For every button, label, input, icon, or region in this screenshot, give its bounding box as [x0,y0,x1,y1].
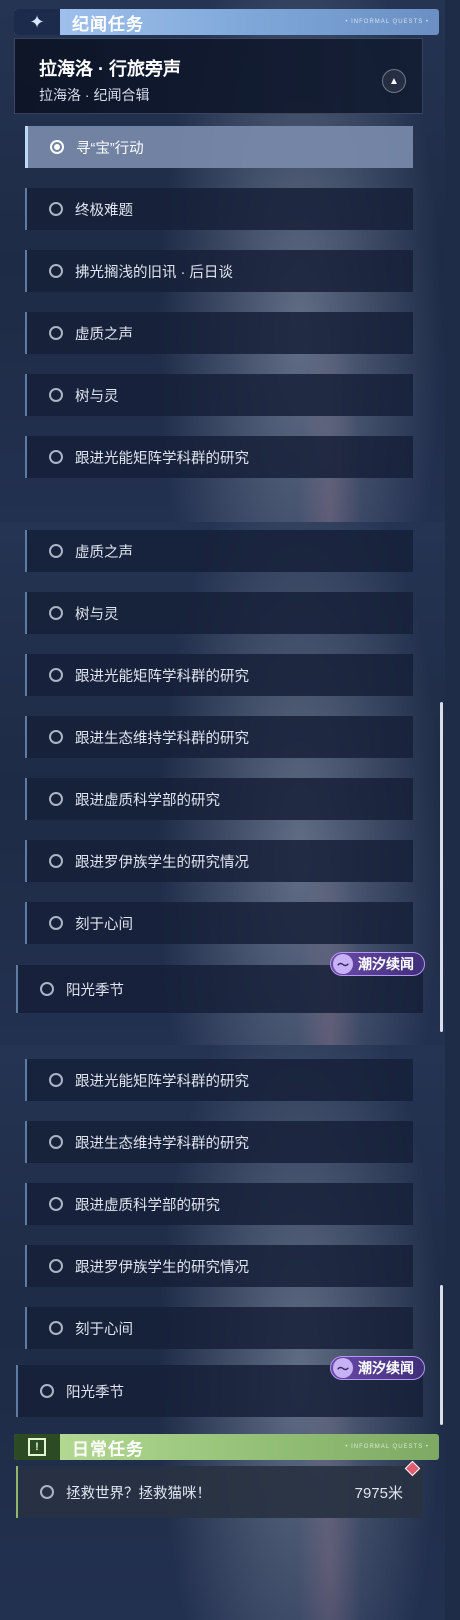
quest-item[interactable]: 跟进罗伊族学生的研究情况 [25,840,413,882]
radio-icon [49,854,63,868]
quest-label: 树与灵 [75,388,119,405]
tide-badge: 〜 潮汐续闻 [330,952,425,976]
radio-icon [49,792,63,806]
radio-icon [49,326,63,340]
radio-icon [49,1259,63,1273]
tide-badge: 〜 潮汐续闻 [330,1356,425,1380]
region-title: 拉海洛 · 行旅旁声 [39,59,181,79]
events-section-header: ✦ 纪闻任务 • INFORMAL QUESTS • [14,9,439,35]
quest-label: 跟进虚质科学部的研究 [75,792,220,809]
daily-section-title: 日常任务 [72,1439,144,1459]
quest-label: 树与灵 [75,606,119,623]
radio-icon [40,982,54,996]
quest-item[interactable]: 刻于心间 [25,1307,413,1349]
radio-icon [49,388,63,402]
daily-section-header: ! 日常任务 • INFORMAL QUESTS • [14,1434,439,1460]
chevron-up-icon[interactable]: ▲ [382,69,406,93]
quest-label: 刻于心间 [75,1321,133,1338]
quest-item[interactable]: 刻于心间 [25,902,413,944]
daily-quest-label: 拯救世界？拯救猫咪！ [66,1485,211,1502]
radio-icon [49,1073,63,1087]
quest-label: 跟进光能矩阵学科群的研究 [75,1073,249,1090]
quest-label: 刻于心间 [75,916,133,933]
quest-label: 阳光季节 [66,1384,124,1401]
quest-label: 跟进生态维持学科群的研究 [75,1135,249,1152]
quest-item[interactable]: 跟进光能矩阵学科群的研究 [25,654,413,696]
quest-label: 虚质之声 [75,544,133,561]
radio-icon [49,1321,63,1335]
quest-item[interactable]: 跟进生态维持学科群的研究 [25,1121,413,1163]
region-card[interactable]: 拉海洛 · 行旅旁声 拉海洛 · 纪闻合辑 ▲ [14,38,423,114]
quest-label: 寻“宝”行动 [76,140,144,157]
radio-icon [49,202,63,216]
quest-item[interactable]: 虚质之声 [25,530,413,572]
quest-label: 拂光搁浅的旧讯 · 后日谈 [75,264,233,281]
section-deco-text: • INFORMAL QUESTS • [345,19,429,25]
radio-icon [49,264,63,278]
tide-badge-label: 潮汐续闻 [358,1360,414,1376]
quest-item[interactable]: 跟进虚质科学部的研究 [25,778,413,820]
radio-icon [49,730,63,744]
quest-label: 跟进光能矩阵学科群的研究 [75,450,249,467]
quest-panel-1: ✦ 纪闻任务 • INFORMAL QUESTS • 拉海洛 · 行旅旁声 拉海… [0,0,445,522]
radio-icon [49,916,63,930]
section-deco-text: • INFORMAL QUESTS • [345,1444,429,1450]
quest-label: 终极难题 [75,202,133,219]
quest-item[interactable]: 终极难题 [25,188,413,230]
quest-label: 跟进虚质科学部的研究 [75,1197,220,1214]
radio-icon [40,1485,54,1499]
quest-label: 阳光季节 [66,982,124,999]
radio-icon [49,1197,63,1211]
sparkle-icon: ✦ [14,9,60,35]
radio-icon [40,1384,54,1398]
radio-icon [50,140,64,154]
scrollbar[interactable] [440,702,443,1032]
wave-icon: 〜 [333,954,353,974]
wave-icon: 〜 [333,1358,353,1378]
events-section-title: 纪闻任务 [72,14,144,34]
region-subtitle: 拉海洛 · 纪闻合辑 [39,87,150,103]
quest-distance: 7975米 [354,1484,403,1502]
quest-label: 跟进生态维持学科群的研究 [75,730,249,747]
quest-item[interactable]: 跟进光能矩阵学科群的研究 [25,436,413,478]
tide-badge-label: 潮汐续闻 [358,956,414,972]
quest-item[interactable]: 虚质之声 [25,312,413,354]
quest-label: 虚质之声 [75,326,133,343]
daily-quest-item[interactable]: 拯救世界？拯救猫咪！ 7975米 [16,1466,423,1518]
quest-label: 跟进罗伊族学生的研究情况 [75,1259,249,1276]
quest-label: 跟进罗伊族学生的研究情况 [75,854,249,871]
quest-label: 跟进光能矩阵学科群的研究 [75,668,249,685]
quest-panel-2: 虚质之声树与灵跟进光能矩阵学科群的研究 跟进生态维持学科群的研究 跟进虚质科学部的研… [0,522,445,1045]
quest-item[interactable]: 拂光搁浅的旧讯 · 后日谈 [25,250,413,292]
quest-item[interactable]: 跟进生态维持学科群的研究 [25,716,413,758]
radio-icon [49,450,63,464]
quest-item[interactable]: 跟进光能矩阵学科群的研究 [25,1059,413,1101]
radio-icon [49,1135,63,1149]
radio-icon [49,606,63,620]
radio-icon [49,668,63,682]
quest-item[interactable]: 跟进罗伊族学生的研究情况 [25,1245,413,1287]
exclamation-icon: ! [14,1434,60,1460]
scrollbar[interactable] [440,1285,443,1425]
quest-item[interactable]: 树与灵 [25,374,413,416]
quest-item[interactable]: 跟进虚质科学部的研究 [25,1183,413,1225]
quest-item[interactable]: 寻“宝”行动 [25,126,413,168]
radio-icon [49,544,63,558]
quest-item[interactable]: 树与灵 [25,592,413,634]
quest-panel-3: 跟进光能矩阵学科群的研究 跟进生态维持学科群的研究 跟进虚质科学部的研究跟进罗伊族学… [0,1045,445,1620]
